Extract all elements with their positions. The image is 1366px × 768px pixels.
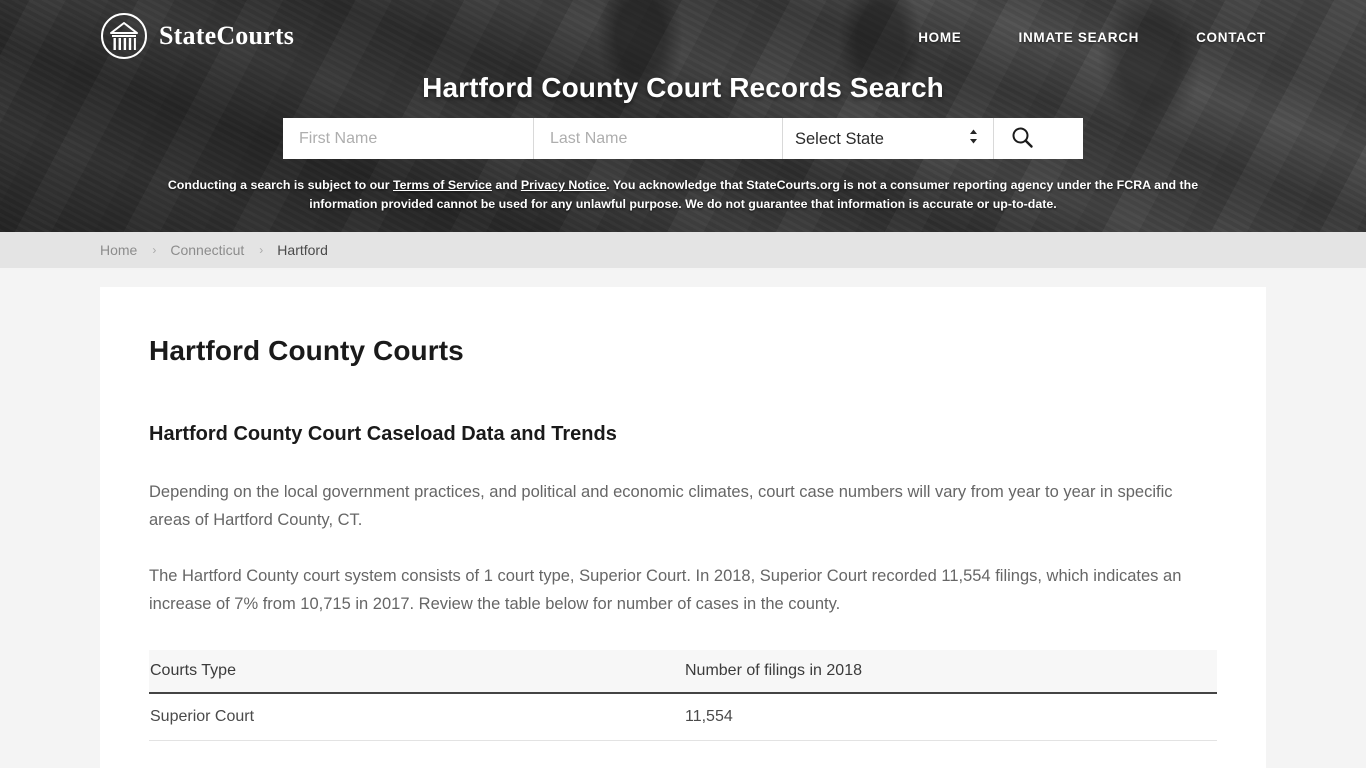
chevron-right-icon: › [152,243,157,257]
main-navigation: HOME INMATE SEARCH CONTACT [918,26,1266,49]
table-row: Superior Court 11,554 [149,693,1217,741]
cell-court-type: Superior Court [149,693,685,741]
site-brand-name: StateCourts [159,21,295,50]
chevron-right-icon: › [259,243,264,257]
column-header-courts-type: Courts Type [149,650,685,694]
courthouse-circle-icon [100,12,148,60]
privacy-notice-link[interactable]: Privacy Notice [521,178,606,192]
breadcrumb: Home › Connecticut › Hartford [100,242,328,258]
search-button[interactable] [993,118,1049,159]
magnifier-icon [1010,125,1034,152]
hero-title: Hartford County Court Records Search [422,72,944,103]
page-title: Hartford County Courts [149,335,464,366]
disclaimer-text-part-2: and [491,178,521,192]
court-records-search-form: Select State [283,118,1083,159]
breadcrumb-item-connecticut[interactable]: Connecticut [170,242,244,258]
hero-header: StateCourts HOME INMATE SEARCH CONTACT H… [0,0,1366,232]
breadcrumb-item-home[interactable]: Home [100,242,137,258]
paragraph-court-system-summary: The Hartford County court system consist… [149,567,1182,613]
section-title-caseload: Hartford County Court Caseload Data and … [149,423,617,445]
last-name-input[interactable] [533,118,782,159]
column-header-number-of-filings: Number of filings in 2018 [685,650,1217,694]
table-header-row: Courts Type Number of filings in 2018 [149,650,1217,694]
state-select-wrapper: Select State [782,118,993,159]
search-disclaimer: Conducting a search is subject to our Te… [133,176,1233,214]
county-courts-card: Hartford County Courts Hartford County C… [100,287,1266,768]
terms-of-service-link[interactable]: Terms of Service [393,178,492,192]
nav-item-inmate-search[interactable]: INMATE SEARCH [1019,26,1140,49]
breadcrumb-bar: Home › Connecticut › Hartford [0,232,1366,268]
breadcrumb-item-hartford: Hartford [277,242,328,258]
nav-item-contact[interactable]: CONTACT [1196,26,1266,49]
site-logo-link[interactable]: StateCourts [100,12,294,60]
first-name-input[interactable] [283,118,533,159]
disclaimer-text-part-1: Conducting a search is subject to our [167,178,393,192]
paragraph-caseload-intro: Depending on the local government practi… [149,483,1173,529]
cell-filings-count: 11,554 [685,693,1217,741]
state-select[interactable]: Select State [783,118,993,159]
page-body: Hartford County Courts Hartford County C… [0,268,1366,768]
nav-item-home[interactable]: HOME [918,26,961,49]
filings-table: Courts Type Number of filings in 2018 Su… [149,650,1217,741]
